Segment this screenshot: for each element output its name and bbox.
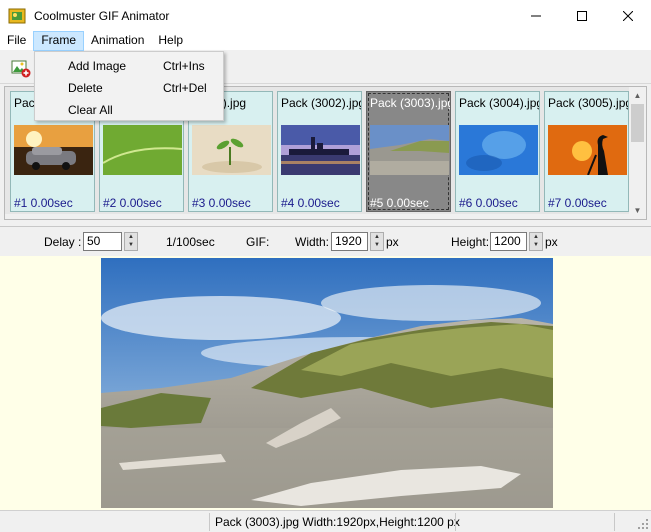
- frame-label: #1 0.00sec: [14, 196, 73, 210]
- frame-image: [281, 125, 360, 175]
- title-bar: Coolmuster GIF Animator: [0, 0, 651, 31]
- close-icon: [623, 10, 633, 21]
- width-input[interactable]: 1920: [331, 232, 368, 251]
- status-text: Pack (3003).jpg Width:1920px,Height:1200…: [215, 515, 460, 529]
- width-spinner[interactable]: ▲ ▼: [370, 232, 384, 251]
- status-bar: Pack (3003).jpg Width:1920px,Height:1200…: [0, 510, 651, 532]
- maximize-icon: [577, 10, 587, 21]
- frame-label: #7 0.00sec: [548, 196, 607, 210]
- menu-item-clear-all[interactable]: Clear All: [35, 99, 223, 121]
- frame-thumbnail[interactable]: Pack (3003).jpg #5 0.00sec: [366, 91, 451, 212]
- width-label: Width:: [295, 235, 330, 249]
- menu-frame[interactable]: Frame: [33, 30, 85, 51]
- frame-strip-bottom: [5, 214, 630, 219]
- menu-item-add-image[interactable]: Add Image Ctrl+Ins: [35, 55, 223, 77]
- frame-label: #5 0.00sec: [370, 196, 429, 210]
- frame-thumbnail[interactable]: Pack (3002).jpg #4 0.00sec: [277, 91, 362, 212]
- height-unit: px: [545, 235, 558, 249]
- resize-grip-icon[interactable]: [637, 518, 649, 530]
- menu-help[interactable]: Help: [151, 31, 190, 51]
- maximize-button[interactable]: [559, 0, 605, 31]
- menu-item-label: Clear All: [68, 103, 113, 117]
- menu-file[interactable]: File: [0, 31, 33, 51]
- gif-label: GIF:: [246, 235, 270, 249]
- menu-item-label: Delete: [68, 81, 103, 95]
- delay-label: Delay :: [44, 235, 82, 249]
- frame-title: Pack (3003).jpg: [370, 96, 450, 110]
- menu-animation[interactable]: Animation: [84, 31, 151, 51]
- add-image-icon: [11, 60, 31, 78]
- frame-image: [370, 125, 449, 175]
- preview-area: [0, 256, 651, 510]
- window-title: Coolmuster GIF Animator: [34, 8, 170, 23]
- frame-image: [14, 125, 93, 175]
- scroll-down-icon[interactable]: ▼: [629, 202, 646, 219]
- add-image-button[interactable]: [11, 58, 31, 78]
- height-label: Height:: [451, 235, 490, 249]
- menu-bar: File Frame Animation Help: [0, 30, 651, 51]
- minimize-icon: [531, 15, 541, 16]
- frame-title: Pack (3004).jpg: [459, 96, 539, 110]
- close-button[interactable]: [605, 0, 651, 31]
- menu-item-shortcut: Ctrl+Del: [163, 81, 207, 95]
- height-input[interactable]: 1200: [490, 232, 527, 251]
- preview-image: [101, 258, 553, 508]
- minimize-button[interactable]: [513, 0, 559, 31]
- frame-image: [192, 125, 271, 175]
- frame-label: #4 0.00sec: [281, 196, 340, 210]
- frame-title: Pack (3005).jpg: [548, 96, 628, 110]
- height-spinner[interactable]: ▲ ▼: [529, 232, 543, 251]
- width-unit: px: [386, 235, 399, 249]
- delay-unit: 1/100sec: [166, 235, 215, 249]
- frame-label: #6 0.00sec: [459, 196, 518, 210]
- frame-properties: Delay : 50 ▲ ▼ 1/100sec GIF: Width: 1920 …: [0, 226, 651, 256]
- frame-image: [548, 125, 627, 175]
- frame-label: #3 0.00sec: [192, 196, 251, 210]
- frame-title: Pack (3002).jpg: [281, 96, 361, 110]
- frame-thumbnail[interactable]: Pack (3004).jpg #6 0.00sec: [455, 91, 540, 212]
- delay-input[interactable]: 50: [83, 232, 122, 251]
- scroll-up-icon[interactable]: ▲: [629, 87, 646, 104]
- menu-item-delete[interactable]: Delete Ctrl+Del: [35, 77, 223, 99]
- frame-label: #2 0.00sec: [103, 196, 162, 210]
- frame-menu-dropdown: Add Image Ctrl+Ins Delete Ctrl+Del Clear…: [34, 51, 224, 121]
- menu-item-label: Add Image: [68, 59, 127, 73]
- scrollbar-thumb[interactable]: [631, 104, 644, 142]
- delay-spinner[interactable]: ▲ ▼: [124, 232, 138, 251]
- frame-image: [103, 125, 182, 175]
- frame-thumbnail[interactable]: Pack (3005).jpg #7 0.00sec: [544, 91, 629, 212]
- menu-item-shortcut: Ctrl+Ins: [163, 59, 205, 73]
- frame-strip-scrollbar[interactable]: ▲ ▼: [629, 87, 646, 219]
- frame-image: [459, 125, 538, 175]
- app-icon: [8, 7, 26, 25]
